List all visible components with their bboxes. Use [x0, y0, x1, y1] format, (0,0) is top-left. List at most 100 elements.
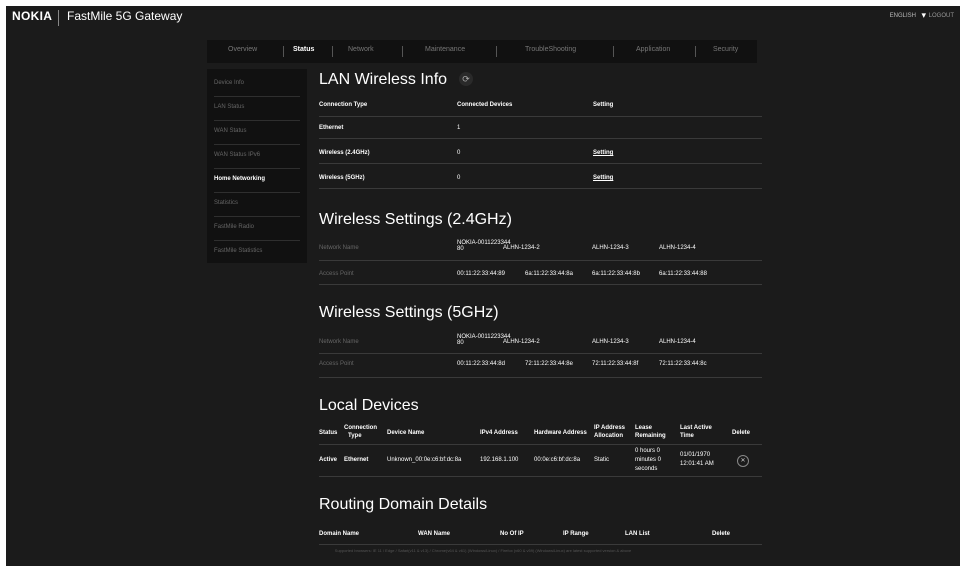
- brand-logo: NOKIA: [12, 9, 53, 23]
- logout-link[interactable]: LOGOUT: [929, 13, 954, 19]
- sidebar-item-fastmile-statistics[interactable]: FastMile Statistics: [214, 248, 262, 254]
- tab-divider: [613, 46, 614, 57]
- local-header-last-active: Last Active: [680, 425, 712, 431]
- tab-overview[interactable]: Overview: [228, 46, 257, 53]
- local-header-status: Status: [319, 430, 338, 436]
- sidebar-item-fastmile-radio[interactable]: FastMile Radio: [214, 224, 254, 230]
- device-connection: Ethernet: [344, 457, 369, 463]
- main-content: LAN Wireless Info ⟳ Connection Type Conn…: [312, 66, 762, 556]
- chevron-down-icon[interactable]: ▾: [921, 10, 926, 21]
- routing-header-no-of-ip: No Of IP: [500, 531, 524, 537]
- refresh-icon[interactable]: ⟳: [459, 72, 473, 86]
- local-header-lease: Lease: [635, 425, 653, 431]
- table-row-divider: [319, 284, 762, 285]
- network-name-value: 80: [457, 246, 464, 252]
- table-row-divider: [319, 116, 762, 117]
- device-last-active: 12:01:41 AM: [680, 461, 714, 467]
- lan-header-count: Connected Devices: [457, 102, 513, 108]
- lan-wireless-title: LAN Wireless Info: [319, 71, 448, 88]
- local-header-connection: Connection: [344, 425, 377, 431]
- network-name-value: ALHN-1234-2: [503, 339, 540, 345]
- network-name-label: Network Name: [319, 339, 359, 345]
- table-row-divider: [319, 138, 762, 139]
- lan-row-type: Ethernet: [319, 125, 344, 131]
- table-row-divider: [319, 544, 762, 545]
- tab-troubleshooting[interactable]: TroubleShooting: [525, 46, 576, 53]
- table-row-divider: [319, 444, 762, 445]
- network-name-value: ALHN-1234-3: [592, 245, 629, 251]
- sidebar-item-lan-status[interactable]: LAN Status: [214, 104, 244, 110]
- wireless-24-title: Wireless Settings (2.4GHz): [319, 211, 512, 228]
- local-devices-title: Local Devices: [319, 397, 419, 414]
- setting-link-5ghz[interactable]: Setting: [593, 175, 613, 181]
- network-name-value: 80: [457, 340, 464, 346]
- lan-row-type: Wireless (2.4GHz): [319, 150, 370, 156]
- sidebar-item-wan-status[interactable]: WAN Status: [214, 128, 246, 134]
- local-header-time: Time: [680, 433, 694, 439]
- access-point-value: 6a:11:22:33:44:88: [659, 271, 707, 277]
- sidebar-item-statistics[interactable]: Statistics: [214, 200, 238, 206]
- routing-header-delete: Delete: [712, 531, 731, 537]
- tab-maintenance[interactable]: Maintenance: [425, 46, 465, 53]
- lan-row-type: Wireless (5GHz): [319, 175, 365, 181]
- sidebar: Device Info LAN Status WAN Status WAN St…: [207, 69, 307, 263]
- access-point-label: Access Point: [319, 271, 354, 277]
- device-lease: 0 hours 0: [635, 448, 661, 454]
- sidebar-divider: [214, 144, 300, 145]
- network-name-value: ALHN-1234-2: [503, 245, 540, 251]
- local-header-device-name: Device Name: [387, 430, 425, 436]
- local-header-ip-address: IP Address: [594, 425, 626, 431]
- delete-icon[interactable]: ✕: [737, 455, 749, 467]
- footer-note: Supported browsers: IE 11 / Edge / Safar…: [334, 548, 632, 553]
- table-row-divider: [319, 377, 762, 378]
- tab-divider: [496, 46, 497, 57]
- access-point-value: 00:11:22:33:44:8d: [457, 361, 505, 367]
- device-name: Unknown_00:0e:c6:bf:dc:8a: [387, 457, 462, 463]
- tab-divider: [332, 46, 333, 57]
- sidebar-item-wan-status-ipv6[interactable]: WAN Status IPv6: [214, 152, 260, 158]
- network-name-value: ALHN-1234-4: [659, 339, 696, 345]
- table-row-divider: [319, 163, 762, 164]
- sidebar-divider: [214, 120, 300, 121]
- access-point-label: Access Point: [319, 361, 354, 367]
- device-lease: minutes 0: [635, 457, 662, 463]
- tab-network[interactable]: Network: [348, 46, 374, 53]
- app-frame: NOKIA FastMile 5G Gateway ENGLISH ▾ LOGO…: [6, 6, 960, 566]
- routing-header-wan: WAN Name: [418, 531, 451, 537]
- setting-link-24ghz[interactable]: Setting: [593, 150, 613, 156]
- product-title: FastMile 5G Gateway: [67, 9, 183, 23]
- sidebar-item-device-info[interactable]: Device Info: [214, 80, 244, 86]
- access-point-value: 6a:11:22:33:44:8b: [592, 271, 640, 277]
- sidebar-divider: [214, 192, 300, 193]
- table-row-divider: [319, 476, 762, 477]
- routing-header-domain: Domain Name: [319, 531, 360, 537]
- local-header-delete: Delete: [732, 430, 751, 436]
- access-point-value: 6a:11:22:33:44:8a: [525, 271, 573, 277]
- sidebar-divider: [214, 240, 300, 241]
- local-header-mac: Hardware Address: [534, 430, 587, 436]
- sidebar-divider: [214, 216, 300, 217]
- network-name-value: ALHN-1234-4: [659, 245, 696, 251]
- header-divider: [58, 10, 59, 26]
- tab-divider: [402, 46, 403, 57]
- device-status: Active: [319, 457, 338, 463]
- sidebar-item-home-networking[interactable]: Home Networking: [214, 176, 265, 182]
- local-header-ipv4: IPv4 Address: [480, 430, 518, 436]
- access-point-value: 72:11:22:33:44:8f: [592, 361, 639, 367]
- network-name-value: ALHN-1234-3: [592, 339, 629, 345]
- tab-application[interactable]: Application: [636, 46, 670, 53]
- tab-security[interactable]: Security: [713, 46, 738, 53]
- access-point-value: 00:11:22:33:44:89: [457, 271, 505, 277]
- device-ipv4: 192.168.1.100: [480, 457, 519, 463]
- local-header-type: Type: [348, 433, 362, 439]
- main-tabs: Overview Status Network Maintenance Trou…: [207, 40, 757, 63]
- top-bar: NOKIA FastMile 5G Gateway ENGLISH ▾ LOGO…: [6, 6, 960, 30]
- wireless-5-title: Wireless Settings (5GHz): [319, 304, 499, 321]
- tab-status[interactable]: Status: [293, 46, 314, 53]
- language-select[interactable]: ENGLISH: [890, 13, 916, 19]
- table-row-divider: [319, 260, 762, 261]
- tab-divider: [695, 46, 696, 57]
- sidebar-divider: [214, 168, 300, 169]
- lan-row-count: 1: [457, 125, 461, 131]
- sidebar-divider: [214, 96, 300, 97]
